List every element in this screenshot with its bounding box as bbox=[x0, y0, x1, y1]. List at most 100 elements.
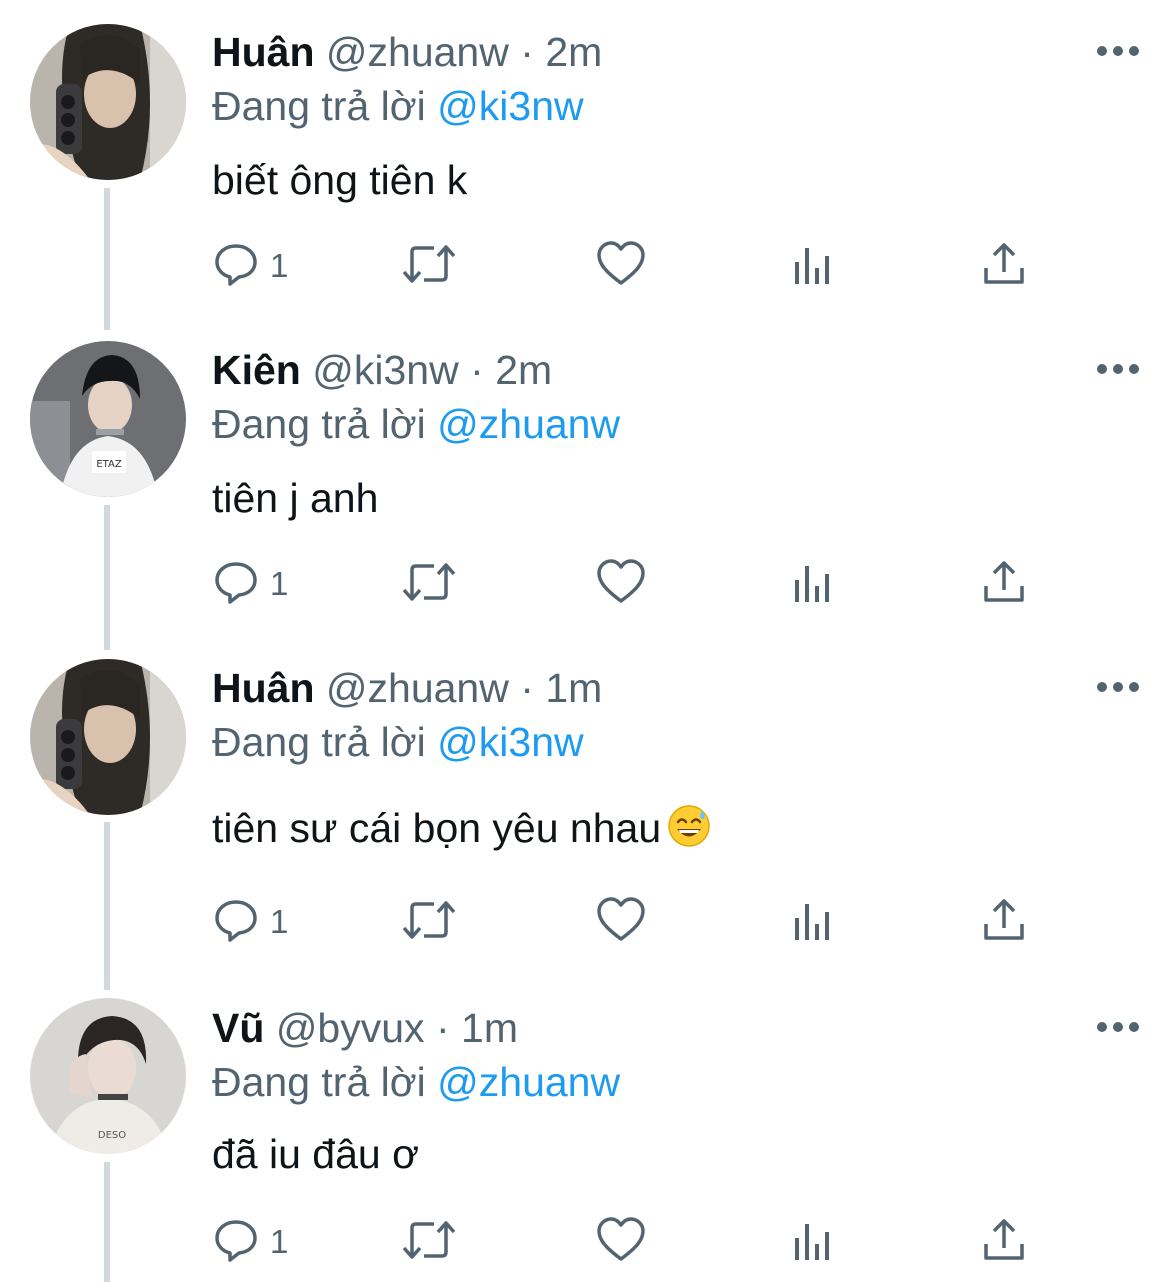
mention-link[interactable]: @ki3nw bbox=[437, 719, 583, 765]
more-options-icon[interactable] bbox=[1096, 1012, 1140, 1042]
more-options-icon[interactable] bbox=[1096, 354, 1140, 384]
retweet-button[interactable] bbox=[400, 238, 458, 294]
separator-dot: · bbox=[520, 665, 534, 711]
tweet-text: tiên sư cái bọn yêu nhau bbox=[212, 805, 662, 851]
views-button[interactable] bbox=[792, 556, 832, 612]
thread-line bbox=[104, 188, 110, 330]
retweet-button[interactable] bbox=[400, 1214, 458, 1270]
retweet-icon bbox=[400, 1216, 458, 1269]
more-options-icon[interactable] bbox=[1096, 36, 1140, 66]
reply-count: 1 bbox=[270, 1223, 289, 1260]
thread-line bbox=[104, 1162, 110, 1282]
reply-button[interactable]: 1 bbox=[212, 894, 288, 950]
action-bar: 1 bbox=[212, 894, 1072, 950]
reply-icon bbox=[212, 896, 260, 949]
action-bar: 1 bbox=[212, 556, 1072, 612]
user-handle[interactable]: @zhuanw bbox=[326, 665, 509, 711]
retweet-button[interactable] bbox=[400, 556, 458, 612]
action-bar: 1 bbox=[212, 1214, 1072, 1270]
mention-link[interactable]: @ki3nw bbox=[437, 83, 583, 129]
thread-line bbox=[104, 822, 110, 990]
views-icon bbox=[792, 896, 832, 949]
reply-icon bbox=[212, 558, 260, 611]
tweet-header: Huân @zhuanw · 2m bbox=[212, 26, 602, 78]
replying-to-label: Đang trả lời bbox=[212, 401, 426, 447]
timestamp[interactable]: 2m bbox=[495, 347, 552, 393]
svg-text:ETAZ: ETAZ bbox=[96, 459, 121, 470]
like-icon bbox=[596, 1216, 646, 1269]
mention-link[interactable]: @zhuanw bbox=[437, 1059, 620, 1105]
replying-to-label: Đang trả lời bbox=[212, 719, 426, 765]
user-handle[interactable]: @ki3nw bbox=[312, 347, 458, 393]
thread-line bbox=[104, 505, 110, 650]
views-icon bbox=[792, 558, 832, 611]
like-button[interactable] bbox=[596, 238, 646, 294]
display-name[interactable]: Huân bbox=[212, 29, 315, 75]
views-button[interactable] bbox=[792, 1214, 832, 1270]
retweet-icon bbox=[400, 240, 458, 293]
tweet-text: biết ông tiên k bbox=[212, 157, 468, 203]
action-bar: 1 bbox=[212, 238, 1072, 294]
retweet-button[interactable] bbox=[400, 894, 458, 950]
timestamp[interactable]: 1m bbox=[461, 1005, 518, 1051]
separator-dot: · bbox=[470, 347, 484, 393]
avatar[interactable]: DESO bbox=[30, 998, 186, 1154]
share-button[interactable] bbox=[982, 556, 1026, 612]
replying-to: Đang trả lời @zhuanw bbox=[212, 398, 620, 450]
replying-to: Đang trả lời @ki3nw bbox=[212, 716, 584, 768]
reply-button[interactable]: 1 bbox=[212, 556, 288, 612]
reply-button[interactable]: 1 bbox=[212, 1214, 288, 1270]
mention-link[interactable]: @zhuanw bbox=[437, 401, 620, 447]
replying-to: Đang trả lời @zhuanw bbox=[212, 1056, 620, 1108]
share-icon bbox=[982, 1216, 1026, 1269]
more-options-icon[interactable] bbox=[1096, 672, 1140, 702]
views-icon bbox=[792, 1216, 832, 1269]
like-button[interactable] bbox=[596, 556, 646, 612]
retweet-icon bbox=[400, 896, 458, 949]
like-button[interactable] bbox=[596, 894, 646, 950]
separator-dot: · bbox=[435, 1005, 450, 1051]
reply-count: 1 bbox=[270, 247, 289, 284]
display-name[interactable]: Kiên bbox=[212, 347, 301, 393]
like-icon bbox=[596, 896, 646, 949]
tweet-header: Kiên @ki3nw · 2m bbox=[212, 344, 552, 396]
avatar[interactable] bbox=[30, 24, 186, 180]
display-name[interactable]: Huân bbox=[212, 665, 315, 711]
share-icon bbox=[982, 896, 1026, 949]
views-button[interactable] bbox=[792, 894, 832, 950]
separator-dot: · bbox=[520, 29, 534, 75]
reply-icon bbox=[212, 1216, 260, 1269]
views-button[interactable] bbox=[792, 238, 832, 294]
tweet-text: tiên j anh bbox=[212, 475, 379, 521]
tweet-text: đã iu đâu ơ bbox=[212, 1131, 419, 1177]
reply-count: 1 bbox=[270, 903, 289, 940]
replying-to-label: Đang trả lời bbox=[212, 83, 426, 129]
tweet-header: Huân @zhuanw · 1m bbox=[212, 662, 602, 714]
svg-text:DESO: DESO bbox=[98, 1130, 126, 1141]
tweet-header: Vũ @byvux · 1m bbox=[212, 1002, 518, 1054]
display-name[interactable]: Vũ bbox=[212, 1005, 264, 1051]
share-icon bbox=[982, 240, 1026, 293]
like-icon bbox=[596, 240, 646, 293]
retweet-icon bbox=[400, 558, 458, 611]
replying-to-label: Đang trả lời bbox=[212, 1059, 426, 1105]
user-handle[interactable]: @zhuanw bbox=[326, 29, 509, 75]
share-button[interactable] bbox=[982, 894, 1026, 950]
share-icon bbox=[982, 558, 1026, 611]
like-icon bbox=[596, 558, 646, 611]
user-handle[interactable]: @byvux bbox=[276, 1005, 425, 1051]
share-button[interactable] bbox=[982, 238, 1026, 294]
timestamp[interactable]: 1m bbox=[545, 665, 602, 711]
reply-count: 1 bbox=[270, 565, 289, 602]
like-button[interactable] bbox=[596, 1214, 646, 1270]
grinning-face-with-sweat-emoji bbox=[667, 804, 711, 860]
timestamp[interactable]: 2m bbox=[545, 29, 602, 75]
reply-button[interactable]: 1 bbox=[212, 238, 288, 294]
tweet-text-container: tiên sư cái bọn yêu nhau bbox=[212, 802, 711, 860]
reply-icon bbox=[212, 240, 260, 293]
avatar[interactable] bbox=[30, 659, 186, 815]
views-icon bbox=[792, 240, 832, 293]
replying-to: Đang trả lời @ki3nw bbox=[212, 80, 584, 132]
share-button[interactable] bbox=[982, 1214, 1026, 1270]
avatar[interactable]: ETAZ bbox=[30, 341, 186, 497]
